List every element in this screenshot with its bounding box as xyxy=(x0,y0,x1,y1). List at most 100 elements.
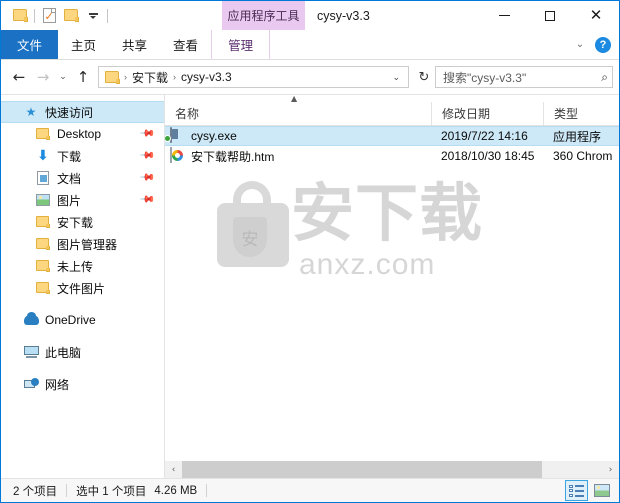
refresh-button[interactable]: ↻ xyxy=(413,66,435,88)
watermark-subtitle: anxz.com xyxy=(299,248,436,281)
up-arrow-icon: ↑ xyxy=(76,68,90,86)
sidebar-item-this-pc[interactable]: 此电脑 xyxy=(1,341,164,363)
title-bar: ✓ 应用程序工具 cysy-v3.3 ✕ xyxy=(1,1,619,30)
horizontal-scrollbar[interactable]: ‹ › xyxy=(1,461,619,478)
sidebar-item-label: 图片管理器 xyxy=(57,237,118,252)
scrollbar-track[interactable]: ‹ › xyxy=(165,461,619,478)
file-type-label: 360 Chrom xyxy=(553,149,613,163)
sidebar-item-network[interactable]: 网络 xyxy=(1,373,164,395)
tab-view[interactable]: 查看 xyxy=(160,30,211,59)
ribbon-right-controls: ⌄ ? xyxy=(571,30,615,59)
column-header-name[interactable]: 名称 xyxy=(165,102,431,125)
forward-icon: → xyxy=(36,68,50,86)
selection-label: 选中 1 个项目 xyxy=(76,485,147,498)
breadcrumb-separator-1: › xyxy=(124,72,127,82)
column-header-label: 名称 xyxy=(175,107,200,121)
sidebar-item-quick-access[interactable]: ★ 快速访问 xyxy=(1,101,164,123)
sidebar-item-onedrive[interactable]: OneDrive xyxy=(1,309,164,331)
new-folder-icon xyxy=(63,9,79,22)
table-row[interactable]: cysy.exe 2019/7/22 14:16 应用程序 xyxy=(165,126,619,146)
folder-icon xyxy=(35,258,51,274)
qat-properties-button[interactable]: ✓ xyxy=(38,5,60,27)
tab-home[interactable]: 主页 xyxy=(58,30,109,59)
sidebar-item-file-pictures[interactable]: 文件图片 xyxy=(1,277,164,299)
maximize-icon xyxy=(545,10,555,21)
column-header-date-modified[interactable]: 修改日期 xyxy=(431,102,543,125)
tab-file[interactable]: 文件 xyxy=(1,30,59,59)
status-separator-2 xyxy=(206,484,208,497)
tab-share[interactable]: 共享 xyxy=(109,30,160,59)
minimize-icon xyxy=(498,15,510,16)
navigation-pane[interactable]: ★ 快速访问 Desktop 📌 ⬇ 下载 📌 文档 📌 图片 📌 安下载 图片… xyxy=(1,95,165,461)
help-icon: ? xyxy=(599,38,607,51)
search-input[interactable]: 搜索"cysy-v3.3" xyxy=(443,69,601,86)
chevron-down-icon: ⌄ xyxy=(392,71,400,82)
sidebar-item-label: 网络 xyxy=(45,377,70,392)
scrollbar-thumb[interactable] xyxy=(182,461,542,478)
window-title-label: cysy-v3.3 xyxy=(317,8,370,23)
back-button[interactable]: ← xyxy=(7,65,31,89)
sidebar-item-anxiazai[interactable]: 安下载 xyxy=(1,211,164,233)
watermark: 安 安下载 anxz.com xyxy=(217,175,489,283)
browser-document-icon xyxy=(170,147,186,164)
column-header-label: 修改日期 xyxy=(442,107,491,121)
sidebar-item-desktop[interactable]: Desktop 📌 xyxy=(1,123,164,145)
address-field[interactable]: › 安下载 › cysy-v3.3 ⌄ xyxy=(98,66,409,88)
breadcrumb-item-0[interactable]: 安下载 xyxy=(129,69,171,86)
details-view-button[interactable] xyxy=(565,480,588,501)
sidebar-item-picture-manager[interactable]: 图片管理器 xyxy=(1,233,164,255)
properties-icon: ✓ xyxy=(42,8,56,23)
file-date-cell: 2019/7/22 14:16 xyxy=(431,127,543,145)
scroll-right-button[interactable]: › xyxy=(602,461,619,478)
ribbon-collapse-button[interactable]: ⌄ xyxy=(571,36,589,54)
recent-locations-button[interactable]: ⌄ xyxy=(55,65,71,89)
qat-customize-button[interactable] xyxy=(82,5,104,27)
sidebar-item-label: 安下载 xyxy=(57,215,94,230)
minimize-button[interactable] xyxy=(481,1,527,30)
file-date-label: 2018/10/30 18:45 xyxy=(441,149,535,163)
sidebar-item-label: 文档 xyxy=(57,171,82,186)
sidebar-item-downloads[interactable]: ⬇ 下载 📌 xyxy=(1,145,164,167)
tab-share-label: 共享 xyxy=(122,39,148,53)
sidebar-item-documents[interactable]: 文档 📌 xyxy=(1,167,164,189)
maximize-button[interactable] xyxy=(527,1,573,30)
view-mode-buttons xyxy=(565,480,613,501)
search-box[interactable]: 搜索"cysy-v3.3" ⌕ xyxy=(435,66,613,88)
sidebar-item-label: 快速访问 xyxy=(45,105,94,120)
contextual-tab-header-label: 应用程序工具 xyxy=(227,9,300,23)
file-name-label: 安下载帮助.htm xyxy=(191,149,275,164)
tab-file-label: 文件 xyxy=(17,39,43,53)
close-icon: ✕ xyxy=(589,6,603,24)
help-button[interactable]: ? xyxy=(595,36,611,53)
tab-manage[interactable]: 管理 xyxy=(211,30,271,59)
quick-access-toolbar: ✓ xyxy=(1,1,111,30)
chevron-left-icon: ‹ xyxy=(171,464,176,475)
column-header-type[interactable]: 类型 xyxy=(543,102,619,125)
download-icon: ⬇ xyxy=(37,148,49,164)
pin-icon: 📌 xyxy=(138,147,156,165)
scroll-left-button[interactable]: ‹ xyxy=(165,461,182,478)
sidebar-item-pictures[interactable]: 图片 📌 xyxy=(1,189,164,211)
forward-button[interactable]: → xyxy=(31,65,55,89)
file-list-pane[interactable]: ▲ 名称 修改日期 类型 cysy.exe 2019/7/22 14:16 应用… xyxy=(165,95,619,461)
up-button[interactable]: ↑ xyxy=(71,65,95,89)
table-row[interactable]: 安下载帮助.htm 2018/10/30 18:45 360 Chrom xyxy=(165,146,619,166)
network-icon xyxy=(23,376,39,392)
file-type-cell: 360 Chrom xyxy=(543,146,619,166)
pin-icon: 📌 xyxy=(138,169,156,187)
breadcrumb-item-1[interactable]: cysy-v3.3 xyxy=(178,70,235,84)
file-name-label: cysy.exe xyxy=(191,129,237,143)
folder-icon xyxy=(35,214,51,230)
large-icons-view-button[interactable] xyxy=(590,480,613,501)
close-button[interactable]: ✕ xyxy=(573,1,619,30)
contextual-tab-header: 应用程序工具 xyxy=(222,1,305,30)
qat-new-folder-button[interactable] xyxy=(60,5,82,27)
address-dropdown-button[interactable]: ⌄ xyxy=(386,72,406,83)
window-controls: ✕ xyxy=(481,1,619,30)
qat-folder-button[interactable] xyxy=(9,5,31,27)
details-view-icon xyxy=(569,484,584,497)
sidebar-item-not-uploaded[interactable]: 未上传 xyxy=(1,255,164,277)
sidebar-item-label: 图片 xyxy=(57,193,82,208)
selection-size-label: 4.26 MB xyxy=(154,484,198,497)
breadcrumb-folder-icon xyxy=(105,70,120,84)
